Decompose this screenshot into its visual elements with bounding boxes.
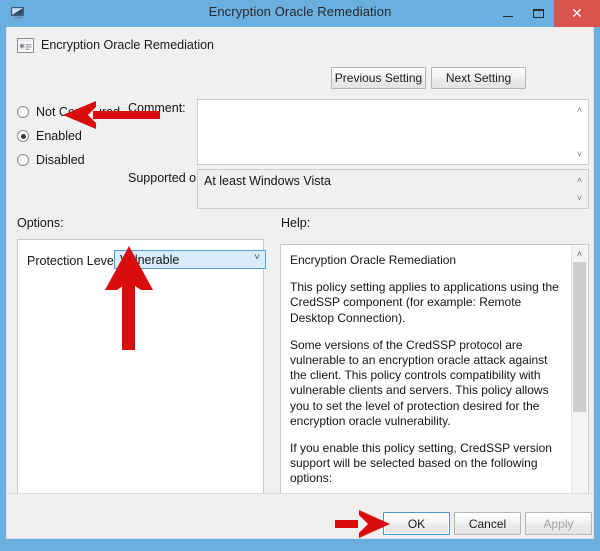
comment-input[interactable]: ˄ ˅ xyxy=(197,99,589,165)
supported-on-scroll-down-icon[interactable]: ˅ xyxy=(572,191,587,205)
radio-disabled-dot xyxy=(17,154,29,166)
supported-on-scroll-up-icon[interactable]: ˄ xyxy=(572,173,587,187)
annotation-arrow-protection-level xyxy=(105,246,153,350)
help-paragraph-1: This policy setting applies to applicati… xyxy=(290,280,559,325)
help-text: Encryption Oracle Remediation This polic… xyxy=(281,245,571,523)
supported-on-scrollbar[interactable]: ˄ ˅ xyxy=(572,171,587,207)
arrow-notch xyxy=(358,514,368,534)
help-scroll-up-icon[interactable]: ˄ xyxy=(572,246,587,261)
setting-icon xyxy=(16,36,35,55)
minimize-icon xyxy=(502,16,513,17)
cancel-button[interactable]: Cancel xyxy=(454,512,521,535)
close-button[interactable]: ✕ xyxy=(554,0,600,27)
radio-disabled-label: Disabled xyxy=(36,153,85,167)
previous-setting-button[interactable]: Previous Setting xyxy=(331,67,426,89)
options-label: Options: xyxy=(17,216,64,230)
apply-button: Apply xyxy=(525,512,592,535)
comment-scroll-down-icon[interactable]: ˅ xyxy=(572,147,587,161)
window-controls: ✕ xyxy=(492,0,600,27)
comment-scroll-up-icon[interactable]: ˄ xyxy=(572,103,587,117)
radio-enabled-dot xyxy=(17,130,29,142)
help-heading: Encryption Oracle Remediation xyxy=(290,253,457,267)
help-scroll-thumb[interactable] xyxy=(573,262,586,412)
arrow-shaft xyxy=(122,282,135,350)
ok-button[interactable]: OK xyxy=(383,512,450,535)
help-panel: Encryption Oracle Remediation This polic… xyxy=(280,244,589,524)
radio-disabled[interactable]: Disabled xyxy=(17,148,120,172)
arrow-shaft xyxy=(93,111,160,119)
help-paragraph-2: Some versions of the CredSSP protocol ar… xyxy=(290,337,549,428)
setting-title: Encryption Oracle Remediation xyxy=(41,38,214,52)
minimize-button[interactable] xyxy=(492,0,523,27)
help-scrollbar[interactable]: ˄ ˅ xyxy=(571,246,587,522)
maximize-button[interactable] xyxy=(523,0,554,27)
next-setting-button[interactable]: Next Setting xyxy=(431,67,526,89)
annotation-arrow-ok xyxy=(335,510,390,538)
maximize-icon xyxy=(533,9,544,18)
supported-on-field: At least Windows Vista ˄ ˅ xyxy=(197,169,589,209)
title-bar[interactable]: Encryption Oracle Remediation ✕ xyxy=(0,0,600,27)
help-paragraph-3: If you enable this policy setting, CredS… xyxy=(290,441,552,486)
annotation-arrow-enabled xyxy=(63,100,160,130)
comment-scrollbar[interactable]: ˄ ˅ xyxy=(572,101,587,163)
radio-enabled-label: Enabled xyxy=(36,129,82,143)
close-icon: ✕ xyxy=(571,5,583,21)
dialog-window: Encryption Oracle Remediation ✕ Encrypti… xyxy=(0,0,600,551)
supported-on-label: Supported on: xyxy=(128,171,207,185)
setting-header: Encryption Oracle Remediation xyxy=(7,27,593,65)
help-label: Help: xyxy=(281,216,311,230)
supported-on-value: At least Windows Vista xyxy=(204,174,331,188)
chevron-down-icon: ˅ xyxy=(254,252,260,263)
radio-not-configured-dot xyxy=(17,106,29,118)
